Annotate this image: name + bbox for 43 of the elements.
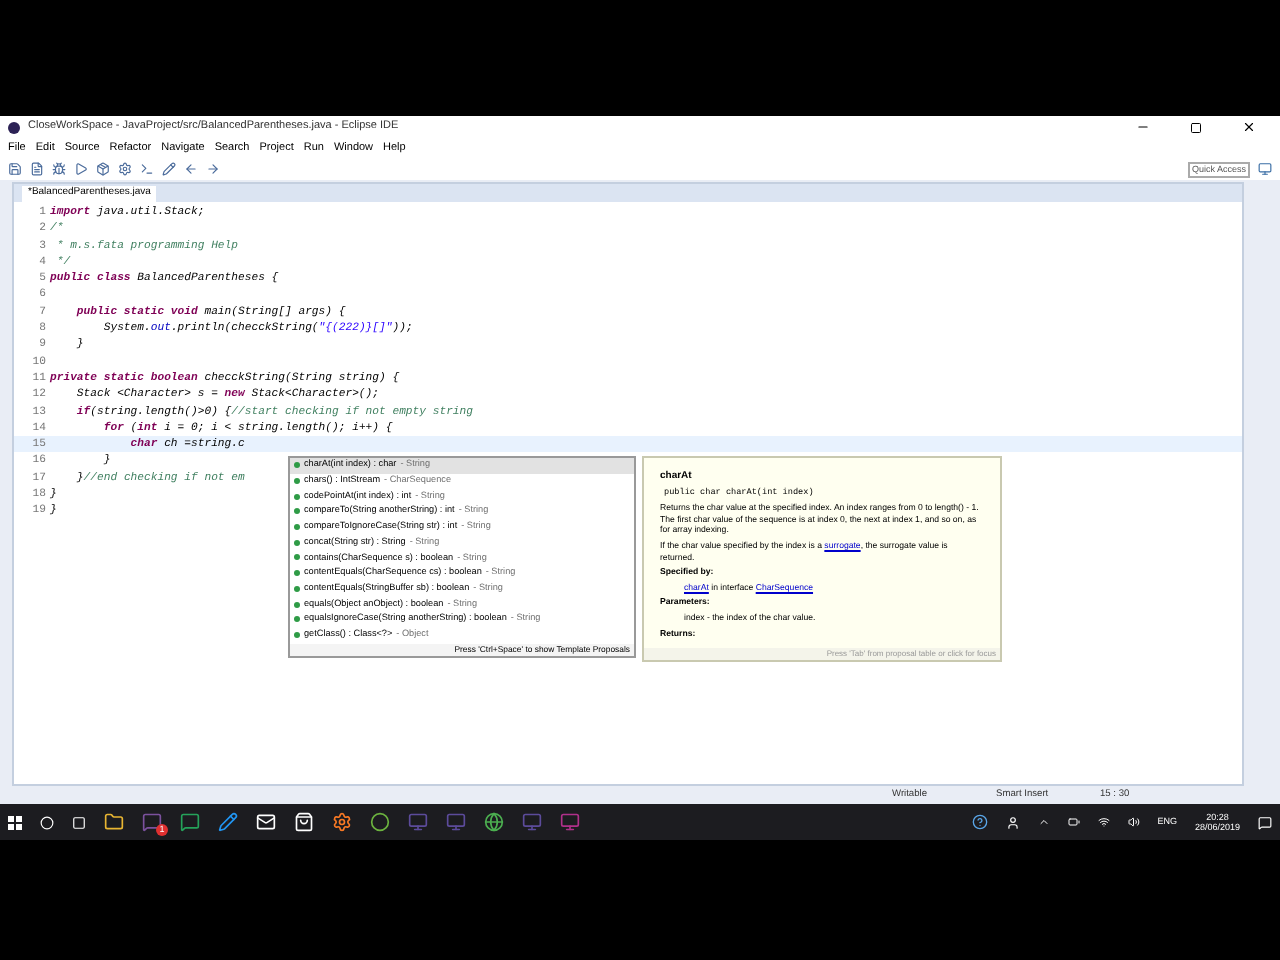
battery-icon[interactable] (1067, 816, 1080, 828)
close-icon[interactable] (1242, 120, 1256, 134)
method-icon (294, 508, 300, 515)
method-icon (294, 539, 300, 546)
method-icon (294, 601, 300, 608)
wifi-icon[interactable] (1097, 816, 1110, 828)
search-icon[interactable] (40, 815, 54, 829)
maximize-icon[interactable] (1190, 121, 1202, 133)
notifications-icon[interactable] (1258, 815, 1272, 829)
method-icon (294, 493, 300, 500)
method-icon (294, 478, 300, 485)
mail-icon[interactable] (256, 812, 276, 832)
method-icon (294, 462, 300, 469)
toolbar-icon[interactable] (8, 162, 22, 176)
toolbar-icon[interactable] (206, 162, 220, 176)
presentation-icon[interactable] (560, 812, 580, 832)
store-icon[interactable] (294, 812, 314, 832)
toolbar-icon[interactable] (74, 162, 88, 176)
start-icon[interactable] (8, 815, 22, 829)
perspective-icon[interactable] (1258, 162, 1272, 176)
app-icon (8, 121, 20, 133)
toolbar-icon[interactable] (184, 162, 198, 176)
method-icon (294, 585, 300, 592)
method-icon (294, 570, 300, 577)
toolbar-icon[interactable] (96, 162, 110, 176)
toolbar-icon[interactable] (162, 162, 176, 176)
method-icon (294, 631, 300, 638)
toolbar-icon[interactable] (30, 162, 44, 176)
people-icon[interactable] (1005, 815, 1020, 829)
toolbar-icon[interactable] (118, 162, 132, 176)
toolbar-icon[interactable] (52, 162, 66, 176)
phone-chat-icon[interactable] (180, 812, 200, 832)
task-view-icon[interactable] (72, 815, 86, 829)
method-icon (294, 554, 300, 561)
method-icon (294, 616, 300, 623)
folder-icon[interactable] (104, 812, 124, 832)
help-icon[interactable] (971, 814, 988, 830)
toolbar-icon[interactable] (140, 162, 154, 176)
volume-icon[interactable] (1127, 816, 1140, 828)
chat-icon[interactable] (142, 812, 162, 832)
browser-icon[interactable] (484, 812, 504, 832)
minimize-icon[interactable] (1136, 120, 1150, 134)
method-icon (294, 524, 300, 531)
